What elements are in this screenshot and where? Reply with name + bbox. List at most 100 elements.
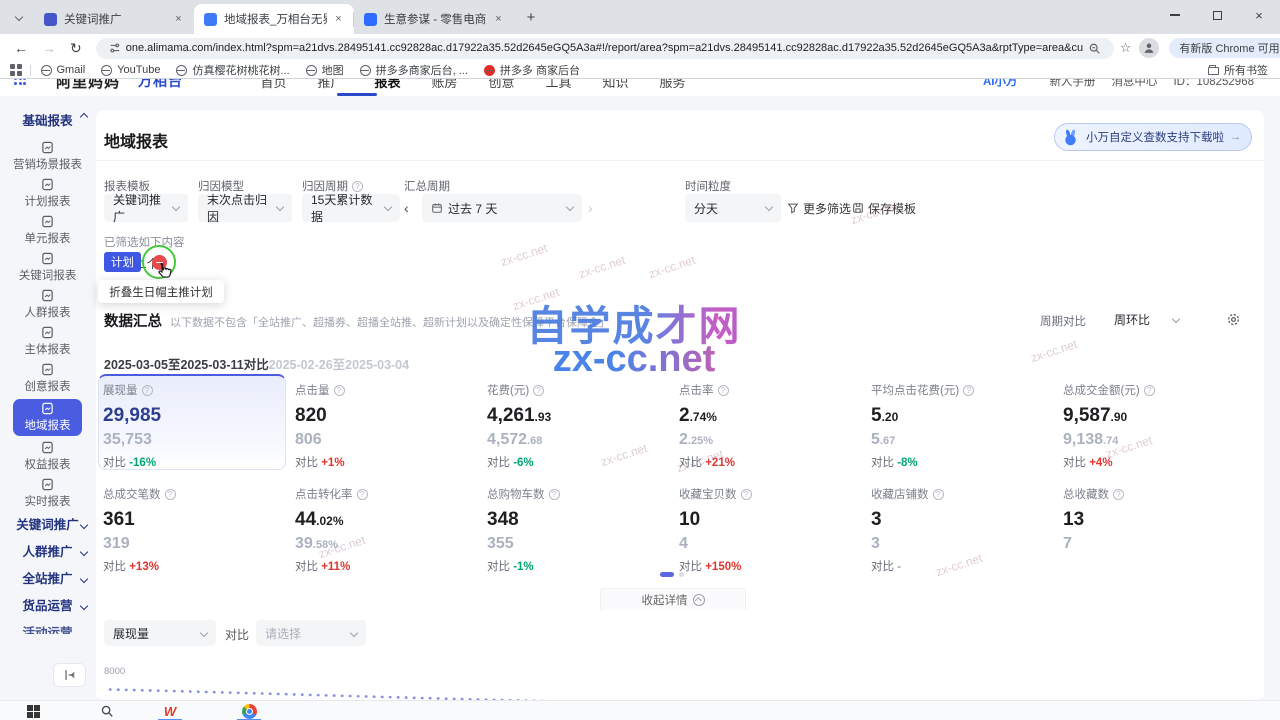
new-tab-button[interactable]: + [518,4,544,30]
help-icon[interactable]: ? [1113,489,1124,500]
nav-item-报表[interactable]: 报表 [359,79,416,91]
sidebar-section-人群推广[interactable]: 人群推广 [0,539,95,566]
browser-tab[interactable]: 关键词推广× [34,4,194,34]
metric-card-收藏宝贝数[interactable]: 收藏宝贝数?104对比 +150% [679,486,865,574]
bookmark-star-icon[interactable]: ☆ [1120,40,1132,56]
bookmark-item[interactable]: 拼多多商家后台, ... [360,62,468,78]
help-icon[interactable]: ? [549,489,560,500]
collapse-details-button[interactable]: 收起详情 [600,588,746,610]
period-compare-select[interactable]: 周环比 [1106,307,1188,332]
date-next-button[interactable]: › [588,194,593,222]
wps-taskbar-icon[interactable]: W [157,703,183,719]
metric-card-收藏店铺数[interactable]: 收藏店铺数?33对比 - [871,486,1057,574]
browser-tab[interactable]: 生意参谋 - 零售电商大数据产...× [354,4,514,34]
metric-card-展现量[interactable]: 展现量?29,98535,753对比 -16% [103,382,289,470]
attribution-period-select[interactable]: 15天累计数据 [302,194,400,222]
metric-card-点击量[interactable]: 点击量?820806对比 +1% [295,382,481,470]
help-icon[interactable]: ? [963,385,974,396]
metric-card-点击转化率[interactable]: 点击转化率?44.02%39.58%对比 +11% [295,486,481,574]
help-icon[interactable]: ? [352,181,363,192]
nav-item-账房[interactable]: 账房 [416,79,473,91]
metric-card-花费(元)[interactable]: 花费(元)?4,261.934,572.68对比 -6% [487,382,673,470]
nav-item-工具[interactable]: 工具 [530,79,587,91]
nav-item-服务[interactable]: 服务 [644,79,701,91]
plan-filter-chip[interactable]: 计划 [104,252,141,272]
date-prev-button[interactable]: ‹ [404,194,409,222]
help-icon[interactable]: ? [1144,385,1155,396]
metric-card-总成交金额(元)[interactable]: 总成交金额(元)?9,587.909,138.74对比 +4% [1063,382,1249,470]
sidebar-item-地域报表[interactable]: 地域报表 [13,399,82,436]
sidebar-item-实时报表[interactable]: 实时报表 [0,475,95,512]
browser-tab[interactable]: 地域报表_万相台无界版× [194,4,354,34]
report-template-select[interactable]: 关键词推广 [104,194,188,222]
apps-grid-icon[interactable] [10,64,22,76]
metric-card-点击率[interactable]: 点击率?2.74%2.25%对比 +21% [679,382,865,470]
sidebar-section-关键词推广[interactable]: 关键词推广 [0,512,95,539]
zoom-icon[interactable] [1088,42,1101,55]
sidebar-section-货品运营[interactable]: 货品运营 [0,593,95,620]
taskbar-search-icon[interactable] [94,703,120,719]
nav-item-推广[interactable]: 推广 [302,79,359,91]
sidebar-item-计划报表[interactable]: 计划报表 [0,175,95,212]
tab-close-icon[interactable]: × [171,12,186,27]
tab-close-icon[interactable]: × [491,12,506,27]
sidebar-section-basic-reports[interactable]: 基础报表 [0,110,95,129]
help-icon[interactable]: ? [334,385,345,396]
minimize-button[interactable] [1154,0,1196,30]
sidebar-item-关键词报表[interactable]: 关键词报表 [0,249,95,286]
nav-item-知识[interactable]: 知识 [587,79,644,91]
message-center-link[interactable]: 消息中心 [1111,79,1157,89]
ai-assistant-link[interactable]: AI小万 [983,79,1018,89]
metric-card-总购物车数[interactable]: 总购物车数?348355对比 -1% [487,486,673,574]
gear-icon[interactable] [1224,310,1242,328]
site-settings-icon[interactable] [109,42,121,54]
bookmark-item[interactable]: 拼多多 商家后台 [484,62,580,78]
help-icon[interactable]: ? [933,489,944,500]
tab-close-icon[interactable]: × [331,12,346,27]
sidebar-item-单元报表[interactable]: 单元报表 [0,212,95,249]
help-icon[interactable]: ? [533,385,544,396]
metric-card-总收藏数[interactable]: 总收藏数?137 [1063,486,1249,553]
sidebar-item-主体报表[interactable]: 主体报表 [0,323,95,360]
sidebar-collapse-button[interactable] [53,663,86,687]
newbie-guide-link[interactable]: 新人手册 [1049,79,1095,89]
save-template-button[interactable]: 保存模板 [852,194,916,222]
chrome-update-button[interactable]: 有新版 Chrome 可用 [1169,38,1280,58]
xiaowan-download-banner[interactable]: 小万自定义查数支持下载啦 → [1054,123,1252,151]
bookmark-item[interactable]: 地图 [306,62,344,78]
help-icon[interactable]: ? [741,489,752,500]
sidebar-section-全站推广[interactable]: 全站推广 [0,566,95,593]
nav-item-首页[interactable]: 首页 [245,79,302,91]
bookmark-item[interactable]: YouTube [101,64,160,76]
url-text[interactable]: one.alimama.com/index.html?spm=a21dvs.28… [126,42,1083,54]
tab-search-chevron-icon[interactable] [6,4,32,30]
maximize-button[interactable] [1196,0,1238,30]
chart-metric-select[interactable]: 展现量 [104,620,216,646]
profile-avatar[interactable] [1139,38,1159,58]
metric-card-总成交笔数[interactable]: 总成交笔数?361319对比 +13% [103,486,289,574]
windows-start-button[interactable] [20,703,46,719]
help-icon[interactable]: ? [165,489,176,500]
help-icon[interactable]: ? [357,489,368,500]
chrome-taskbar-icon[interactable] [236,703,262,719]
sidebar-section-活动运营[interactable]: 活动运营 [0,620,95,634]
nav-item-创意[interactable]: 创意 [473,79,530,91]
help-icon[interactable]: ? [142,385,153,396]
metric-card-平均点击花费(元)[interactable]: 平均点击花费(元)?5.205.67对比 -8% [871,382,1057,470]
attribution-model-select[interactable]: 末次点击归因 [198,194,292,222]
all-bookmarks-button[interactable]: 所有书签 [1208,62,1268,78]
window-close-button[interactable]: × [1238,0,1280,30]
address-bar[interactable]: one.alimama.com/index.html?spm=a21dvs.28… [96,38,1114,59]
help-icon[interactable]: ? [718,385,729,396]
sidebar-item-营销场景报表[interactable]: 营销场景报表 [0,138,95,175]
bookmark-item[interactable]: 仿真樱花树桃花树... [176,62,289,78]
sidebar-item-人群报表[interactable]: 人群报表 [0,286,95,323]
chart-compare-select[interactable]: 请选择 [256,620,366,646]
sidebar-item-权益报表[interactable]: 权益报表 [0,438,95,475]
bookmark-item[interactable]: Gmail [41,64,86,76]
back-button[interactable]: ← [14,40,28,56]
date-range-select[interactable]: 过去 7 天 [422,194,582,222]
more-filters-button[interactable]: 更多筛选 [787,194,851,222]
refresh-button[interactable]: ↻ [70,40,82,57]
time-granularity-select[interactable]: 分天 [685,194,781,222]
